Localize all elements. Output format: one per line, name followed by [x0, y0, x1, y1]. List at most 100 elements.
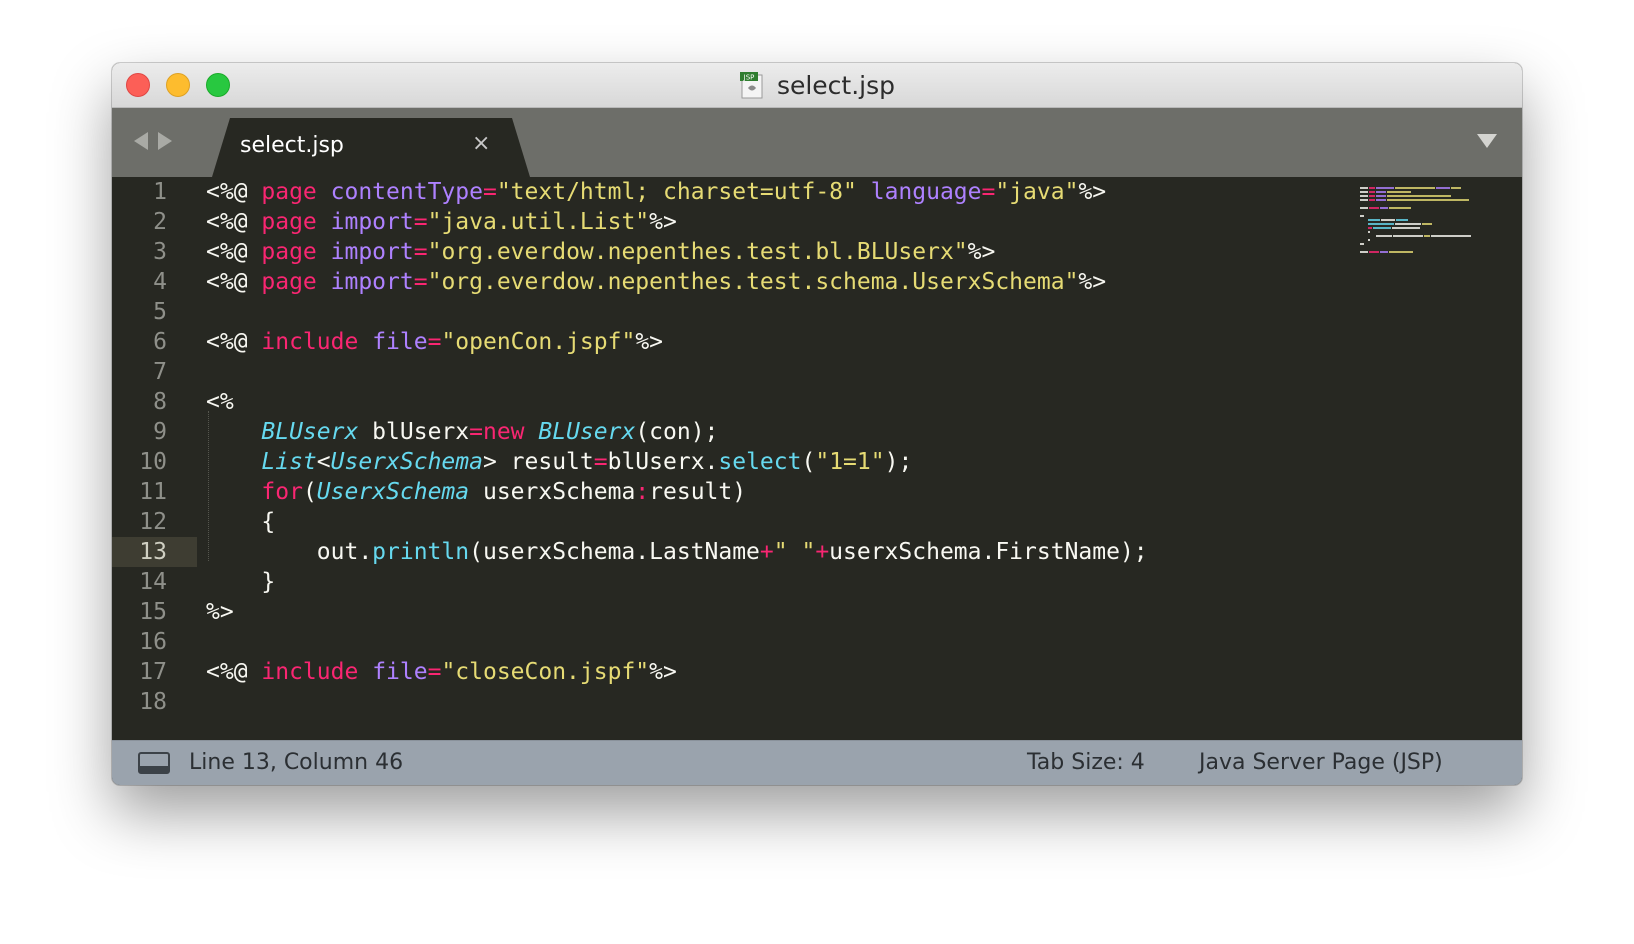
- tabs-dropdown-icon[interactable]: [1476, 132, 1498, 154]
- code-line[interactable]: 9 BLUserx blUserx=new BLUserx(con);: [112, 417, 1522, 447]
- code-token: %>: [1078, 269, 1107, 295]
- code-editor[interactable]: 1 <%@ page contentType="text/html; charse…: [112, 177, 1522, 741]
- code-text: %>: [206, 597, 234, 627]
- code-token: =: [427, 329, 442, 355]
- code-token: userxSchema: [469, 479, 636, 505]
- code-token: =: [469, 419, 483, 445]
- code-token: language: [870, 179, 982, 205]
- code-token: for: [261, 479, 303, 505]
- code-token: =: [413, 239, 428, 265]
- code-token: "openCon.jspf": [441, 329, 636, 355]
- code-token: "1=1": [815, 449, 885, 475]
- code-token: <%@: [206, 269, 262, 295]
- code-line[interactable]: 18: [112, 687, 1522, 717]
- tab-size-selector[interactable]: Tab Size: 4: [1027, 750, 1145, 775]
- code-text: <%@ include file="closeCon.jspf"%>: [206, 657, 677, 687]
- code-line[interactable]: 2 <%@ page import="java.util.List"%>: [112, 207, 1522, 237]
- status-bar: Line 13, Column 46 Tab Size: 4 Java Serv…: [112, 740, 1522, 785]
- back-arrow-icon[interactable]: [132, 130, 150, 156]
- code-token: }: [206, 569, 276, 595]
- code-token: import: [330, 209, 414, 235]
- code-line[interactable]: 8 <%: [112, 387, 1522, 417]
- code-text: out.println(userxSchema.LastName+" "+use…: [206, 537, 1148, 567]
- code-token: (: [302, 479, 317, 505]
- code-token: BLUserx: [538, 419, 636, 445]
- code-line[interactable]: 7: [112, 357, 1522, 387]
- line-number: 12: [139, 509, 167, 535]
- code-line[interactable]: 15 %>: [112, 597, 1522, 627]
- code-token: "java": [995, 179, 1079, 205]
- code-line[interactable]: 13 out.println(userxSchema.LastName+" "+…: [112, 537, 1522, 567]
- line-number: 6: [153, 329, 167, 355]
- code-token: {: [206, 509, 276, 535]
- code-token: (con);: [635, 419, 719, 445]
- syntax-selector[interactable]: Java Server Page (JSP): [1199, 750, 1443, 775]
- code-token: new: [482, 419, 525, 445]
- cursor-position: Line 13, Column 46: [189, 750, 404, 775]
- code-token: <%@: [206, 329, 262, 355]
- code-text: <%@ page import="org.everdow.nepenthes.t…: [206, 267, 1106, 297]
- code-line[interactable]: 3 <%@ page import="org.everdow.nepenthes.…: [112, 237, 1522, 267]
- code-token: );: [884, 449, 913, 475]
- code-token: "text/html; charset=utf-8": [496, 179, 857, 205]
- code-token: =: [593, 449, 608, 475]
- code-token: (userxSchema.LastName: [469, 539, 760, 565]
- code-line[interactable]: 11 for(UserxSchema userxSchema:result): [112, 477, 1522, 507]
- forward-arrow-icon[interactable]: [156, 130, 174, 156]
- tab-close-icon[interactable]: ×: [472, 131, 490, 156]
- window-title-area: JSP select.jsp: [112, 63, 1522, 107]
- code-line[interactable]: 10 List<UserxSchema> result=blUserx.sele…: [112, 447, 1522, 477]
- line-number: 8: [153, 389, 167, 415]
- code-token: blUserx: [358, 419, 470, 445]
- code-token: =: [981, 179, 996, 205]
- code-line[interactable]: 17 <%@ include file="closeCon.jspf"%>: [112, 657, 1522, 687]
- code-token: > result: [482, 449, 594, 475]
- code-token: +: [815, 539, 830, 565]
- code-text: <%@ page import="org.everdow.nepenthes.t…: [206, 237, 995, 267]
- code-token: page: [261, 179, 317, 205]
- code-line[interactable]: 12 {: [112, 507, 1522, 537]
- code-token: import: [330, 269, 414, 295]
- code-text: {: [206, 507, 275, 537]
- title-bar: JSP select.jsp: [112, 63, 1522, 108]
- code-token: file: [372, 659, 428, 685]
- code-token: UserxSchema: [316, 479, 470, 505]
- code-token: page: [261, 239, 317, 265]
- code-line[interactable]: 1 <%@ page contentType="text/html; charse…: [112, 177, 1522, 207]
- code-token: result): [649, 479, 747, 505]
- code-token: contentType: [330, 179, 483, 205]
- code-line[interactable]: 5: [112, 297, 1522, 327]
- panel-toggle-icon[interactable]: [138, 752, 170, 780]
- code-text: <%@ page contentType="text/html; charset…: [206, 177, 1106, 207]
- minimap[interactable]: [1360, 185, 1508, 265]
- code-text: <%: [206, 387, 234, 417]
- code-token: println: [372, 539, 470, 565]
- editor-window: JSP select.jsp select.jsp × 1 <%@ page c…: [112, 63, 1522, 785]
- line-number: 14: [139, 569, 167, 595]
- tab-navigation: [132, 130, 174, 156]
- code-token: "org.everdow.nepenthes.test.schema.Userx…: [427, 269, 1079, 295]
- code-token: %>: [967, 239, 996, 265]
- code-token: BLUserx: [261, 419, 359, 445]
- tab-select-jsp[interactable]: select.jsp ×: [212, 118, 530, 177]
- code-token: %>: [649, 659, 677, 685]
- code-line[interactable]: 6 <%@ include file="openCon.jspf"%>: [112, 327, 1522, 357]
- code-token: include: [261, 659, 359, 685]
- code-token: "closeCon.jspf": [441, 659, 650, 685]
- code-line[interactable]: 14 }: [112, 567, 1522, 597]
- code-token: " ": [773, 539, 816, 565]
- code-token: UserxSchema: [330, 449, 483, 475]
- code-token: include: [261, 329, 359, 355]
- code-text: <%@ include file="openCon.jspf"%>: [206, 327, 663, 357]
- code-token: userxSchema.FirstName);: [829, 539, 1148, 565]
- line-number: 15: [139, 599, 167, 625]
- code-line[interactable]: 4 <%@ page import="org.everdow.nepenthes.…: [112, 267, 1522, 297]
- line-number: 11: [139, 479, 167, 505]
- code-line[interactable]: 16: [112, 627, 1522, 657]
